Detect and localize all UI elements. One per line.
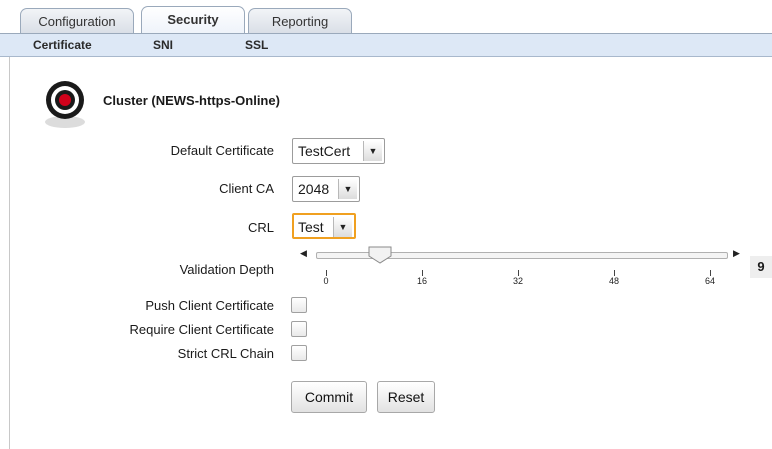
strict-crl-chain-label: Strict CRL Chain <box>177 346 274 361</box>
strict-crl-chain-checkbox[interactable] <box>291 345 307 361</box>
tab-configuration[interactable]: Configuration <box>20 8 134 34</box>
validation-depth-slider-thumb[interactable] <box>368 246 392 264</box>
sub-navigation: Certificate SNI SSL <box>0 34 772 57</box>
chevron-down-icon[interactable]: ▼ <box>338 179 357 199</box>
chevron-down-icon[interactable]: ▼ <box>363 141 382 161</box>
require-client-certificate-checkbox[interactable] <box>291 321 307 337</box>
tab-reporting[interactable]: Reporting <box>248 8 352 34</box>
target-icon <box>45 81 85 128</box>
slider-tick-label: 32 <box>512 276 523 286</box>
slider-right-arrow-icon[interactable]: ▶ <box>733 248 740 259</box>
validation-depth-value: 9 <box>750 256 772 278</box>
content-border <box>9 57 10 449</box>
slider-tick-label: 48 <box>608 276 619 286</box>
crl-label: CRL <box>247 220 274 235</box>
client-ca-select[interactable]: 2048 ▼ <box>292 176 360 202</box>
validation-depth-label: Validation Depth <box>179 262 274 277</box>
tab-security[interactable]: Security <box>141 6 245 34</box>
cluster-title: Cluster (NEWS-https-Online) <box>103 93 280 108</box>
slider-tick-label: 16 <box>416 276 427 286</box>
default-certificate-select[interactable]: TestCert ▼ <box>292 138 385 164</box>
reset-button[interactable]: Reset <box>377 381 435 413</box>
default-certificate-value: TestCert <box>298 143 351 159</box>
chevron-down-icon[interactable]: ▼ <box>333 217 352 237</box>
client-ca-value: 2048 <box>298 181 330 197</box>
subnav-item-sni[interactable]: SNI <box>153 34 173 56</box>
crl-select[interactable]: Test ▼ <box>292 213 356 239</box>
require-client-certificate-label: Require Client Certificate <box>129 322 274 337</box>
push-client-certificate-checkbox[interactable] <box>291 297 307 313</box>
client-ca-label: Client CA <box>219 181 274 196</box>
subnav-item-ssl[interactable]: SSL <box>245 34 268 56</box>
crl-value: Test <box>298 219 324 235</box>
slider-tick-label: 0 <box>323 276 329 286</box>
push-client-certificate-label: Push Client Certificate <box>145 298 274 313</box>
commit-button[interactable]: Commit <box>291 381 367 413</box>
slider-left-arrow-icon[interactable]: ◀ <box>300 248 307 259</box>
subnav-item-certificate[interactable]: Certificate <box>33 34 92 56</box>
slider-tick-label: 64 <box>704 276 715 286</box>
default-certificate-label: Default Certificate <box>170 143 274 158</box>
